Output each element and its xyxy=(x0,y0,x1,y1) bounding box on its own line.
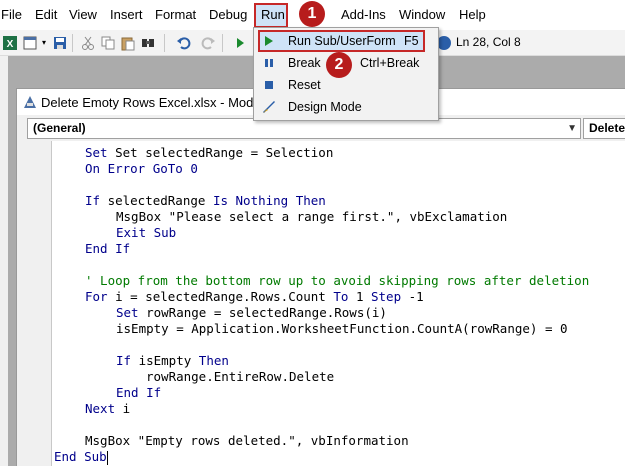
code-text: Set selectedRange = Selection xyxy=(115,145,334,160)
play-icon xyxy=(265,36,273,46)
undo-icon[interactable] xyxy=(176,35,192,51)
module-window: Delete Emoty Rows Excel.xlsx - Module1 (… xyxy=(16,88,625,466)
cursor-position: Ln 28, Col 8 xyxy=(456,35,521,49)
menu-file[interactable]: File xyxy=(1,7,22,23)
menu-item-shortcut: F5 xyxy=(404,34,419,48)
cut-icon[interactable] xyxy=(80,35,96,51)
menu-item-run-sub[interactable]: Run Sub/UserForm F5 xyxy=(254,30,438,52)
code-text: i = selectedRange.Rows.Count xyxy=(115,289,334,304)
code-text: i xyxy=(122,401,131,416)
module-icon xyxy=(24,96,36,108)
code-editor[interactable]: Set Set selectedRange = Selection On Err… xyxy=(51,141,625,466)
save-icon[interactable] xyxy=(52,35,68,51)
menu-window[interactable]: Window xyxy=(399,7,445,23)
menu-view[interactable]: View xyxy=(69,7,97,23)
code-text: rowRange = selectedRange.Rows(i) xyxy=(146,305,387,320)
menu-help[interactable]: Help xyxy=(459,7,486,23)
code-line: rowRange.EntireRow.Delete xyxy=(146,369,335,384)
code-text: -1 xyxy=(408,289,424,304)
code-line: On Error GoTo 0 xyxy=(85,161,198,176)
menu-debug[interactable]: Debug xyxy=(209,7,247,23)
design-mode-icon xyxy=(263,101,275,113)
code-line: End If xyxy=(116,385,162,400)
object-combo[interactable]: (General) ▼ xyxy=(27,118,581,139)
keyword: If xyxy=(85,193,108,208)
keyword: Set xyxy=(116,305,147,320)
code-text: isEmpty xyxy=(138,353,199,368)
menu-edit[interactable]: Edit xyxy=(35,7,57,23)
code-line: MsgBox "Empty rows deleted.", vbInformat… xyxy=(85,433,409,448)
copy-icon[interactable] xyxy=(100,35,116,51)
dropdown-arrow-icon[interactable]: ▾ xyxy=(36,35,52,51)
keyword: Step xyxy=(371,289,409,304)
text-caret xyxy=(106,450,108,465)
find-icon[interactable] xyxy=(140,35,156,51)
keyword: If xyxy=(116,353,139,368)
redo-icon[interactable] xyxy=(200,35,216,51)
menu-run[interactable]: Run xyxy=(261,7,285,23)
keyword: Is Nothing Then xyxy=(212,193,326,208)
menu-item-label: Break xyxy=(288,56,321,70)
keyword: Next xyxy=(85,401,123,416)
paste-icon[interactable] xyxy=(120,35,136,51)
keyword: Set xyxy=(85,145,116,160)
menu-format[interactable]: Format xyxy=(155,7,196,23)
pause-icon xyxy=(265,59,273,67)
keyword: To xyxy=(333,289,356,304)
code-text: selectedRange xyxy=(107,193,213,208)
object-combo-value: (General) xyxy=(33,121,86,135)
menu-add-ins[interactable]: Add-Ins xyxy=(341,7,386,23)
keyword: For xyxy=(85,289,116,304)
excel-icon[interactable]: X xyxy=(2,35,18,51)
margin-indicator-bar xyxy=(17,141,51,466)
code-comment: ' Loop from the bottom row up to avoid s… xyxy=(85,273,590,288)
code-line: isEmpty = Application.WorksheetFunction.… xyxy=(116,321,568,336)
procedure-combo[interactable]: Delete xyxy=(583,118,625,139)
menu-item-label: Reset xyxy=(288,78,321,92)
step-badge-2: 2 xyxy=(326,52,352,78)
menu-item-shortcut: Ctrl+Break xyxy=(360,56,420,70)
menu-insert[interactable]: Insert xyxy=(110,7,143,23)
code-text: 1 xyxy=(355,289,371,304)
stop-icon xyxy=(265,81,273,89)
menu-item-design-mode[interactable]: Design Mode xyxy=(254,96,438,118)
svg-text:X: X xyxy=(7,39,14,50)
menu-item-label: Run Sub/UserForm xyxy=(288,34,396,48)
procedure-combo-value: Delete xyxy=(589,121,625,135)
menu-item-label: Design Mode xyxy=(288,100,362,114)
run-sub-icon[interactable] xyxy=(232,35,248,51)
keyword: Then xyxy=(198,353,229,368)
chevron-down-icon[interactable]: ▼ xyxy=(567,119,577,138)
keyword: End Sub xyxy=(54,449,107,464)
project-pane-edge xyxy=(0,56,8,466)
menu-item-reset[interactable]: Reset xyxy=(254,74,438,96)
code-line: MsgBox "Please select a range first.", v… xyxy=(116,209,508,224)
code-line: Exit Sub xyxy=(116,225,177,240)
module-title: Delete Emoty Rows Excel.xlsx - Module1 xyxy=(41,95,278,110)
step-badge-1: 1 xyxy=(299,1,325,27)
code-line: End If xyxy=(85,241,131,256)
